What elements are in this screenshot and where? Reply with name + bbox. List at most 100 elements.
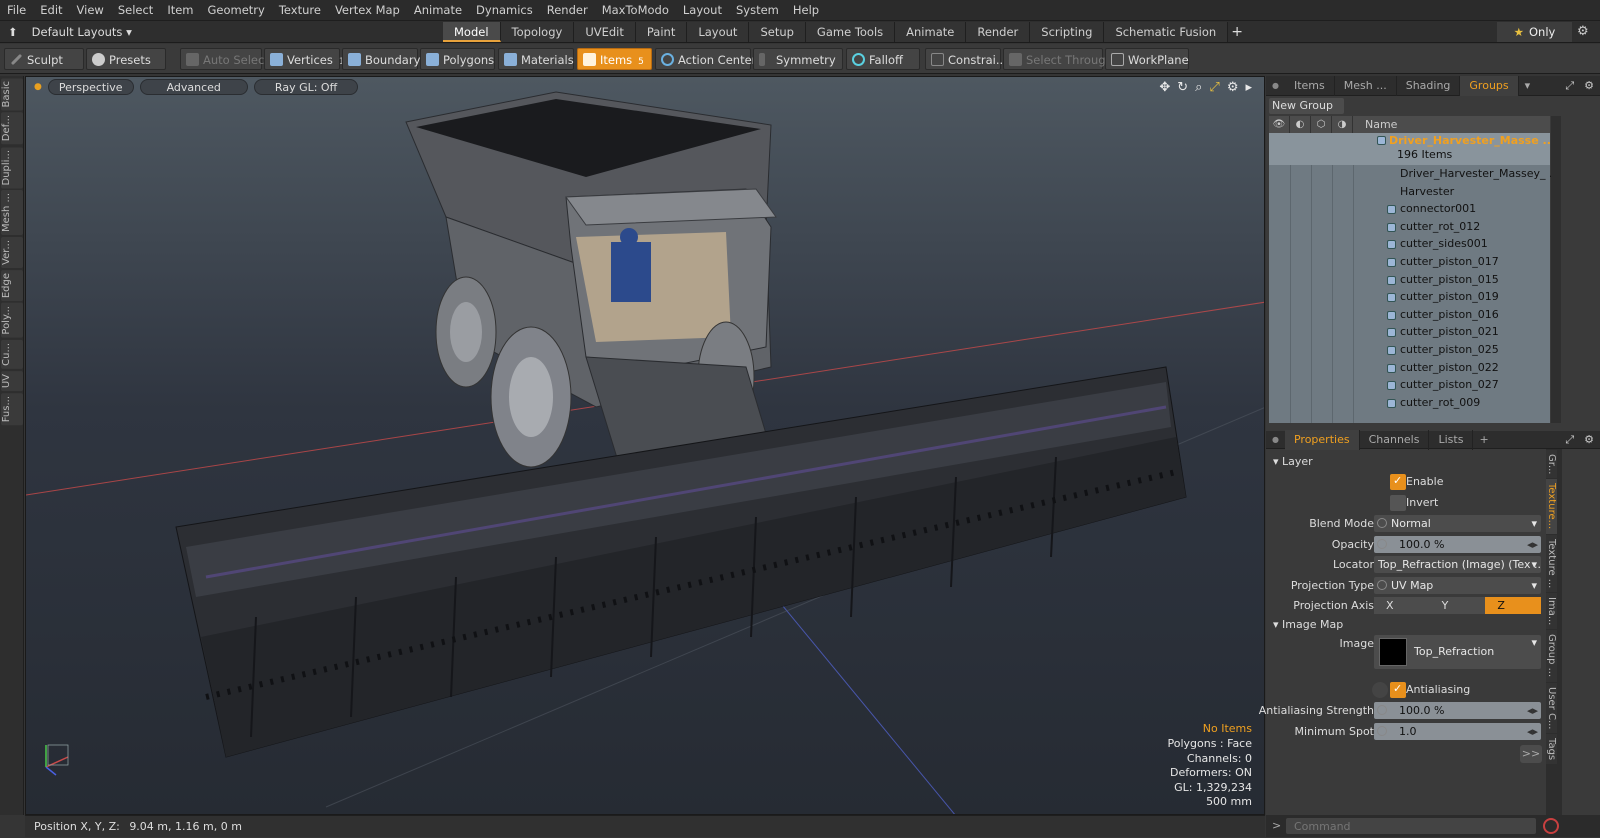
tab-paint[interactable]: Paint xyxy=(635,22,688,42)
antialiasing-checkbox[interactable]: ✓ xyxy=(1390,682,1406,698)
polygons-button[interactable]: Polygons xyxy=(420,48,495,70)
min-spot-input[interactable]: 1.0 ◂▸ xyxy=(1374,723,1541,740)
menu-maxtomodo[interactable]: MaxToModo xyxy=(595,0,676,21)
command-input[interactable] xyxy=(1286,818,1536,834)
lock-column-icon[interactable]: ⬡ xyxy=(1311,116,1332,133)
list-item[interactable]: cutter_piston_025 xyxy=(1269,341,1550,359)
invert-checkbox[interactable] xyxy=(1390,495,1406,511)
side-tab-user-channels[interactable]: User C... xyxy=(1546,682,1557,733)
menu-geometry[interactable]: Geometry xyxy=(201,0,272,21)
list-item[interactable]: Driver_Harvester_Massey_ ... xyxy=(1269,165,1559,183)
side-tab-tags[interactable]: Tags xyxy=(1546,734,1557,765)
left-tab-fusion[interactable]: Fus... xyxy=(1,392,23,426)
tab-channels[interactable]: Channels xyxy=(1360,429,1430,450)
left-tab-deform[interactable]: Def... xyxy=(1,112,23,145)
projection-type-select[interactable]: UV Map ▾ xyxy=(1374,577,1541,594)
left-tab-polygon[interactable]: Poly... xyxy=(1,303,23,338)
left-tab-mesh[interactable]: Mesh ... xyxy=(1,190,23,236)
left-tab-edge[interactable]: Edge xyxy=(1,270,23,302)
3d-viewport[interactable]: ● Perspective Advanced Ray GL: Off ✥ ↻ ⌕… xyxy=(25,76,1265,815)
menu-edit[interactable]: Edit xyxy=(33,0,69,21)
image-select[interactable]: Top_Refraction ▾ xyxy=(1374,635,1541,669)
fit-view-icon[interactable]: ⤢ xyxy=(1209,80,1219,95)
menu-animate[interactable]: Animate xyxy=(407,0,469,21)
side-tab-texture-layer[interactable]: Texture... xyxy=(1546,479,1557,534)
list-item[interactable]: cutter_piston_027 xyxy=(1269,376,1550,394)
menu-select[interactable]: Select xyxy=(111,0,160,21)
list-item[interactable]: cutter_sides001 xyxy=(1269,235,1550,253)
tab-game-tools[interactable]: Game Tools xyxy=(805,22,896,42)
tab-shading[interactable]: Shading xyxy=(1397,75,1461,96)
locator-select[interactable]: Top_Refraction (Image) (Tex ... ▾ xyxy=(1374,556,1541,573)
new-group-button[interactable]: New Group xyxy=(1269,98,1344,114)
tab-lists[interactable]: Lists xyxy=(1429,429,1474,450)
select-through-button[interactable]: Select Through xyxy=(1003,48,1113,70)
menu-render[interactable]: Render xyxy=(540,0,595,21)
symmetry-button[interactable]: Symmetry xyxy=(753,48,843,70)
auto-select-button[interactable]: Auto Select xyxy=(180,48,269,70)
menu-file[interactable]: File xyxy=(0,0,33,21)
tab-render[interactable]: Render xyxy=(966,22,1031,42)
record-icon[interactable] xyxy=(1543,818,1559,834)
axis-z-button[interactable]: Z xyxy=(1485,597,1542,614)
side-tab-group-2[interactable]: Group ... xyxy=(1546,630,1557,682)
menu-layout[interactable]: Layout xyxy=(676,0,729,21)
falloff-button[interactable]: Falloff xyxy=(846,48,920,70)
side-tab-texture[interactable]: Texture ... xyxy=(1546,534,1557,592)
tab-mesh[interactable]: Mesh ... xyxy=(1335,75,1397,96)
eye-column-icon[interactable]: 👁 xyxy=(1269,116,1290,133)
left-tab-curve[interactable]: Cu... xyxy=(1,339,23,369)
aa-strength-input[interactable]: 100.0 % ◂▸ xyxy=(1374,702,1541,719)
props-gear-icon[interactable]: ⚙ xyxy=(1578,433,1600,446)
list-item[interactable]: cutter_piston_016 xyxy=(1269,306,1550,324)
tab-animate[interactable]: Animate xyxy=(895,22,967,42)
gear-icon[interactable]: ⚙ xyxy=(1577,21,1589,43)
constraints-button[interactable]: Constrai... xyxy=(925,48,1007,70)
advanced-button[interactable]: Advanced xyxy=(139,79,248,95)
default-layouts-dropdown[interactable]: ⬆ Default Layouts ▾ xyxy=(8,21,132,43)
list-item[interactable]: cutter_rot_009 xyxy=(1269,394,1550,412)
blend-mode-select[interactable]: Normal ▾ xyxy=(1374,515,1541,532)
sculpt-button[interactable]: Sculpt xyxy=(4,48,84,70)
rotate-view-icon[interactable]: ↻ xyxy=(1177,80,1188,95)
tab-setup[interactable]: Setup xyxy=(749,22,806,42)
materials-button[interactable]: Materials xyxy=(498,48,574,70)
layer-section-header[interactable]: ▾ Layer xyxy=(1273,454,1313,470)
left-tab-vertex[interactable]: Ver... xyxy=(1,237,23,269)
perspective-button[interactable]: Perspective xyxy=(47,79,134,95)
tab-model[interactable]: Model xyxy=(443,22,501,42)
tab-dropdown-icon[interactable]: ▾ xyxy=(1519,79,1537,92)
presets-button[interactable]: Presets xyxy=(86,48,166,70)
viewport-dot-icon[interactable]: ● xyxy=(34,82,42,92)
menu-item[interactable]: Item xyxy=(160,0,200,21)
render-column-icon[interactable]: ◐ xyxy=(1290,116,1311,133)
props-expand-icon[interactable]: ⤢ xyxy=(1561,433,1578,447)
left-tab-duplicate[interactable]: Dupli... xyxy=(1,146,23,189)
list-item[interactable]: cutter_piston_015 xyxy=(1269,271,1550,289)
tab-properties[interactable]: Properties xyxy=(1284,429,1360,450)
list-item[interactable]: cutter_piston_021 xyxy=(1269,323,1550,341)
menu-help[interactable]: Help xyxy=(786,0,826,21)
groups-scrollbar[interactable] xyxy=(1551,116,1561,423)
viewport-expand-icon[interactable]: ▸ xyxy=(1245,80,1252,95)
tab-uvedit[interactable]: UVEdit xyxy=(574,22,636,42)
raygl-button[interactable]: Ray GL: Off xyxy=(253,79,359,95)
menu-texture[interactable]: Texture xyxy=(272,0,328,21)
image-map-section-header[interactable]: ▾ Image Map xyxy=(1273,617,1343,633)
menu-system[interactable]: System xyxy=(729,0,786,21)
add-tab-icon[interactable]: + xyxy=(1228,22,1246,42)
menu-vertex-map[interactable]: Vertex Map xyxy=(328,0,407,21)
viewport-gear-icon[interactable]: ⚙ xyxy=(1227,80,1239,95)
group-root-row[interactable]: Driver_Harvester_Masse ... 196 Items xyxy=(1269,133,1555,165)
side-tab-group[interactable]: Gr... xyxy=(1546,450,1557,479)
action-center-button[interactable]: Action Center xyxy=(655,48,756,70)
list-item[interactable]: Harvester xyxy=(1269,183,1550,201)
panel-expand-icon[interactable]: ⤢ xyxy=(1561,79,1578,93)
zoom-icon[interactable]: ⌕ xyxy=(1195,80,1202,95)
list-item[interactable]: cutter_rot_012 xyxy=(1269,218,1550,236)
workplane-button[interactable]: WorkPlane xyxy=(1105,48,1189,70)
opacity-input[interactable]: 100.0 % ◂▸ xyxy=(1374,536,1541,553)
list-item[interactable]: cutter_piston_019 xyxy=(1269,288,1550,306)
stepper-icon[interactable]: ◂▸ xyxy=(1527,723,1538,740)
stepper-icon[interactable]: ◂▸ xyxy=(1527,536,1538,553)
